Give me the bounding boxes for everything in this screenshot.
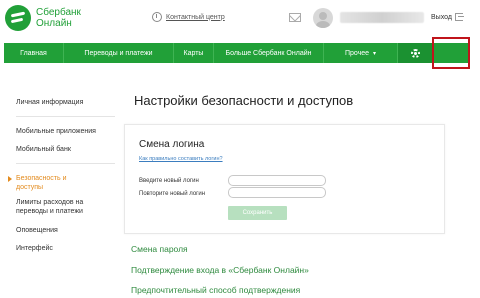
login-change-card: Смена логина Как правильно составить лог… [124, 124, 445, 234]
gear-icon [411, 48, 420, 58]
save-button[interactable]: Сохранить [228, 206, 287, 220]
login-help-link[interactable]: Как правильно составить логин? [139, 156, 223, 162]
sidebar-item-mobile-bank[interactable]: Мобильный банк [0, 145, 71, 154]
nav-item-cards-label: Карты [183, 49, 204, 57]
chevron-down-icon: ▾ [373, 50, 377, 57]
preferred-confirmation-link[interactable]: Предпочтительный способ подтверждения [131, 285, 300, 295]
logout-button[interactable]: Выход [431, 13, 464, 21]
logo-line1: Сбербанк [36, 7, 81, 18]
sidebar-item-personal-info[interactable]: Личная информация [0, 98, 83, 107]
header: Сбербанк Онлайн Контактный центр Выход [0, 0, 480, 40]
sidebar-item-interface[interactable]: Интерфейс [0, 244, 53, 253]
nav-item-settings[interactable] [398, 43, 433, 63]
sidebar-item-limits[interactable]: Лимиты расходов на переводы и платежи [0, 198, 83, 216]
sidebar-item-label-line1: Безопасность и [16, 175, 67, 182]
nav-item-transfers[interactable]: Переводы и платежи [64, 43, 174, 63]
sidebar-item-label: Мобильные приложения [16, 128, 96, 135]
logo-text: Сбербанк Онлайн [36, 7, 81, 29]
settings-highlight-frame [432, 37, 470, 69]
mail-icon[interactable] [289, 13, 301, 22]
new-login-label: Введите новый логин [139, 178, 199, 184]
logo-line2: Онлайн [36, 18, 72, 29]
nav-item-more-sberbank-label: Больше Сбербанк Онлайн [225, 49, 312, 57]
nav-item-transfers-label: Переводы и платежи [84, 49, 153, 57]
sidebar-item-notifications[interactable]: Оповещения [0, 226, 58, 235]
clock-icon [152, 12, 162, 22]
page-title: Настройки безопасности и доступов [134, 93, 354, 108]
sidebar-item-label: Интерфейс [16, 245, 53, 252]
sidebar-item-label: Оповещения [16, 227, 58, 234]
sidebar-item-label: Мобильный банк [16, 146, 71, 153]
username-redacted [340, 12, 424, 23]
repeat-login-input[interactable] [228, 187, 326, 198]
sberbank-logo-icon [5, 5, 31, 31]
sidebar-item-label-line2: переводы и платежи [16, 208, 83, 215]
nav-item-main[interactable]: Главная [4, 43, 64, 63]
sidebar-item-label-line1: Лимиты расходов на [16, 199, 84, 206]
nav-item-cards[interactable]: Карты [174, 43, 214, 63]
login-change-title: Смена логина [139, 139, 205, 150]
nav-item-main-label: Главная [20, 49, 47, 57]
change-password-link[interactable]: Смена пароля [131, 244, 188, 254]
sidebar-divider [16, 163, 115, 164]
contact-center-link[interactable]: Контактный центр [152, 12, 225, 22]
nav-item-other[interactable]: Прочее ▾ [324, 43, 398, 63]
nav-item-more-sberbank[interactable]: Больше Сбербанк Онлайн [214, 43, 324, 63]
contact-center-label: Контактный центр [166, 13, 225, 21]
login-confirmation-link[interactable]: Подтверждение входа в «Сбербанк Онлайн» [131, 265, 309, 275]
main-nav: Главная Переводы и платежи Карты Больше … [4, 43, 469, 63]
sidebar-item-label: Личная информация [16, 99, 84, 106]
sidebar-divider [16, 116, 115, 117]
sidebar-item-security[interactable]: Безопасность и доступы [0, 174, 67, 192]
nav-item-other-label: Прочее [344, 49, 370, 57]
avatar[interactable] [313, 8, 333, 28]
sidebar-item-label-line2: доступы [16, 184, 44, 191]
logout-icon [454, 13, 464, 21]
logout-label: Выход [431, 13, 452, 21]
sberbank-logo[interactable]: Сбербанк Онлайн [5, 5, 81, 31]
repeat-login-label: Повторите новый логин [139, 191, 206, 197]
sidebar-item-mobile-apps[interactable]: Мобильные приложения [0, 127, 96, 136]
new-login-input[interactable] [228, 175, 326, 186]
